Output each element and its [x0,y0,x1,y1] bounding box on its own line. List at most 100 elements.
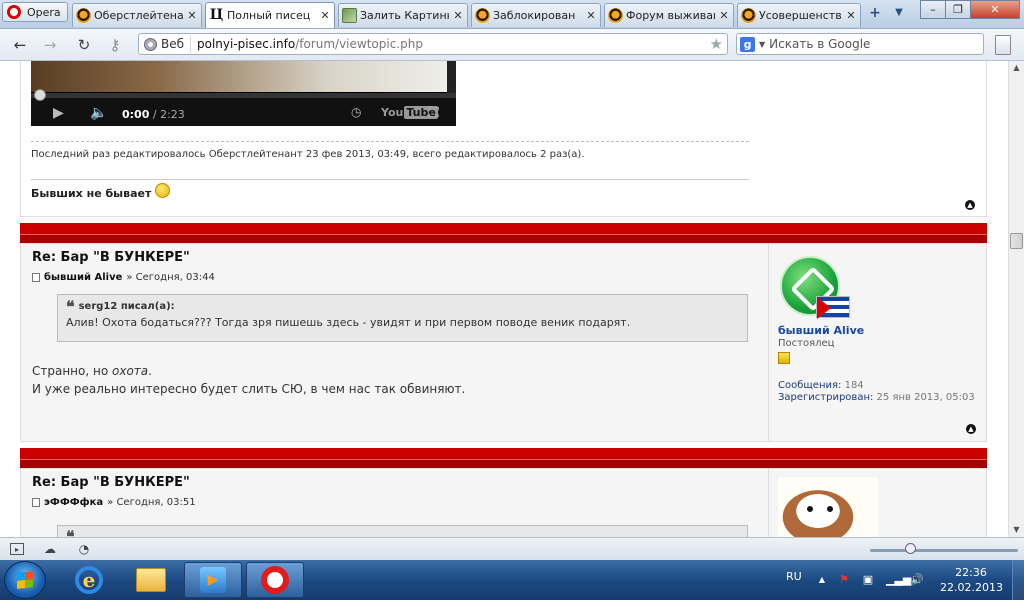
scrollbar-thumb[interactable] [1010,233,1023,249]
post-title[interactable]: Re: Бар "В БУНКЕРЕ" [32,250,190,265]
post-separator-bar [20,223,987,243]
tab-blocked[interactable]: Заблокирован ✕ [471,3,601,27]
back-arrow-icon[interactable]: ← [9,35,31,55]
opera-menu-label: Opera [27,5,61,19]
scroll-top-icon[interactable]: ▲ [965,200,975,210]
tab-list-chevron-down-icon[interactable]: ▼ [888,3,910,23]
key-icon[interactable]: ⚷ [104,35,126,55]
tab-survival-forum[interactable]: Форум выживание ✕ [604,3,734,27]
forward-arrow-icon[interactable]: → [39,35,61,55]
tab-close-icon[interactable]: ✕ [452,9,464,22]
url-host: polnyi-pisec.info [197,37,296,51]
chevron-down-icon[interactable]: ▼ [759,40,765,49]
avatar[interactable] [778,252,850,322]
scroll-down-arrow-icon[interactable]: ▼ [1009,523,1024,537]
post-separator-bar [20,448,987,468]
posts-count[interactable]: 184 [845,380,864,391]
post-title[interactable]: Re: Бар "В БУНКЕРЕ" [32,475,190,490]
post-document-icon[interactable] [32,273,40,282]
zoom-slider[interactable] [870,549,1018,552]
avatar-eye [804,503,816,515]
body-prefix: Странно, но [32,364,113,378]
clock-time: 22:36 [955,566,987,579]
tab-improvement[interactable]: Усовершенствование ✕ [737,3,861,27]
signature-divider [31,179,749,180]
registered-date: 25 янв 2013, 05:03 [876,392,975,403]
profile-stats: Сообщения: 184 Зарегистрирован: 25 янв 2… [778,380,977,404]
page-content: ▶ 🔈 0:00 / 2:23 ◷ You Tube ⛶ Последний ра… [0,61,1008,537]
reload-icon[interactable]: ↻ [73,35,95,55]
navigation-bar: ← → ↻ ⚷ Веб polnyi-pisec.info /forum/vie… [0,29,1024,61]
post-author[interactable]: бывший Alive [44,272,122,283]
tab-close-icon[interactable]: ✕ [186,9,198,22]
taskbar-opera[interactable] [246,562,304,598]
forum-favicon-icon [741,8,756,23]
post-meta: бывший Alive » Сегодня, 03:44 [32,272,215,283]
bookmark-star-icon[interactable]: ★ [710,35,723,53]
device-icon[interactable]: ▣ [862,574,874,586]
opera-menu-button[interactable]: Opera [2,2,68,22]
globe-icon [144,37,157,51]
search-input[interactable]: g ▼ Искать в Google [736,33,984,55]
scroll-up-arrow-icon[interactable]: ▲ [1009,61,1024,75]
volume-icon[interactable]: 🔊 [910,574,924,586]
profile-name[interactable]: бывший Alive [778,324,977,337]
profile-registered: Зарегистрирован: 25 янв 2013, 05:03 [778,392,977,404]
new-tab-icon[interactable]: + [864,3,886,23]
google-icon: g [740,36,755,52]
tab-upload-image[interactable]: Залить Картинку ✕ [338,3,468,27]
tab-oberstleutnant[interactable]: Оберстлейтенант ✕ [72,3,202,27]
post-body-line-1: Странно, но охота. [32,362,465,380]
post-document-icon[interactable] [32,498,40,507]
tab-close-icon[interactable]: ✕ [845,9,857,22]
vertical-scrollbar[interactable]: ▲ ▼ [1008,61,1024,537]
tab-bar: Opera Оберстлейтенант ✕ Ц Полный писец ✕… [0,0,1024,29]
tray-expand-icon[interactable]: ▲ [816,574,828,586]
tab-close-icon[interactable]: ✕ [319,9,331,22]
quote-author-text: serg12 писал(а): [78,301,175,312]
tab-title: Усовершенствование [759,9,842,22]
quote-block: ❝ [57,525,748,537]
taskbar-explorer[interactable] [122,562,180,598]
show-desktop-button[interactable] [1012,560,1024,600]
start-button[interactable] [4,561,46,599]
web-chip[interactable]: Веб [142,35,192,53]
tab-close-icon[interactable]: ✕ [585,9,597,22]
taskbar-internet-explorer[interactable]: e [60,562,118,598]
language-indicator[interactable]: RU [786,570,802,583]
avatar[interactable] [778,477,878,537]
taskbar-media-player[interactable]: ▶ [184,562,242,598]
forum-favicon-icon [76,8,91,23]
restore-icon[interactable]: ❐ [945,0,971,19]
opera-icon [261,566,289,594]
tab-title: Залить Картинку [360,9,449,22]
page-menu-icon[interactable] [995,35,1011,55]
cloud-icon[interactable]: ☁ [43,543,57,555]
minimize-icon[interactable]: – [920,0,946,19]
action-center-flag-icon[interactable]: ⚑ [838,574,850,586]
rank-icon [778,352,790,364]
post-author[interactable]: эФФФфка [44,497,103,508]
quote-author: ❝ serg12 писал(а): [66,298,739,314]
post-meta: эФФФфка » Сегодня, 03:51 [32,497,196,508]
clock-date: 22.02.2013 [940,581,1003,594]
zoom-slider-knob[interactable] [905,543,916,554]
tab-polnyi-pisec[interactable]: Ц Полный писец ✕ [205,2,335,28]
tab-close-icon[interactable]: ✕ [718,9,730,22]
tab-title: Полный писец [227,9,311,22]
speed-dial-icon[interactable]: ◔ [77,543,91,555]
address-bar[interactable]: Веб polnyi-pisec.info /forum/viewtopic.p… [138,33,728,55]
body-italic: охота [112,364,149,378]
signature: Бывших не бывает [31,183,171,201]
author-profile: бывший Alive Постоялец Сообщения: 184 За… [768,244,986,441]
forum-favicon-icon [475,8,490,23]
quote-block: ❝ serg12 писал(а): Алив! Охота бодаться?… [57,294,748,342]
clock[interactable]: 22:36 22.02.2013 [940,565,1003,595]
post-byvshiy-alive: Re: Бар "В БУНКЕРЕ" бывший Alive » Сегод… [20,243,987,442]
signal-icon[interactable]: ▁▃▅ [886,574,911,586]
close-window-icon[interactable]: ✕ [970,0,1020,19]
panel-toggle-icon[interactable]: ▸ [10,543,24,555]
scroll-top-icon[interactable]: ▲ [966,424,976,434]
quote-text: Алив! Охота бодаться??? Тогда зря пишешь… [66,316,631,329]
tab-title: Форум выживание [626,9,715,22]
